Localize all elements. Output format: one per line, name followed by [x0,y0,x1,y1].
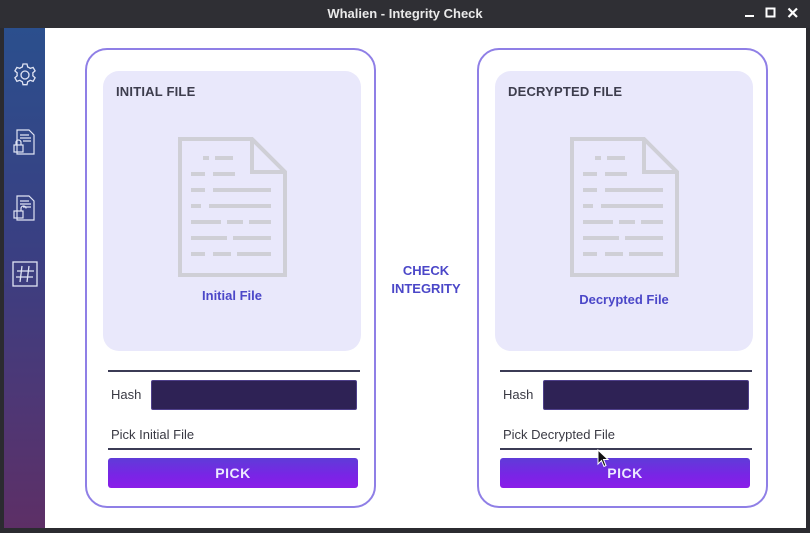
initial-file-header: INITIAL FILE [116,84,196,99]
hash-label: Hash [503,387,534,402]
check-integrity-button[interactable]: CHECK INTEGRITY [375,262,477,298]
initial-file-label: Initial File [202,288,262,303]
separator [108,448,360,450]
pick-initial-file-label: Pick Initial File [111,427,195,442]
hash-nav-button[interactable] [11,260,39,288]
window-title: Whalien - Integrity Check [327,6,483,21]
initial-file-card: INITIAL FILE Initial File Hash Pick Init… [85,48,376,508]
decrypt-nav-button[interactable] [11,194,39,222]
main-content: INITIAL FILE Initial File Hash Pick Init… [45,28,806,528]
encrypt-file-icon [13,129,35,155]
minimize-icon[interactable] [743,6,757,20]
check-integrity-line1: CHECK [402,263,450,278]
close-icon[interactable] [786,6,800,20]
settings-nav-button[interactable] [11,61,39,89]
separator [108,370,360,372]
hash-icon [12,261,38,287]
decrypted-file-card: DECRYPTED FILE Decrypted File Hash Pick … [477,48,768,508]
encrypt-nav-button[interactable] [11,128,39,156]
separator [500,370,752,372]
decrypted-file-dropzone[interactable]: DECRYPTED FILE Decrypted File [495,71,753,351]
pick-decrypted-button[interactable]: PICK [500,458,750,488]
hash-label: Hash [111,387,142,402]
decrypted-file-label: Decrypted File [579,292,669,307]
separator [500,448,752,450]
sidebar [4,28,45,528]
pick-initial-button[interactable]: PICK [108,458,358,488]
gear-icon [14,63,36,86]
initial-file-dropzone[interactable]: INITIAL FILE Initial File [103,71,361,351]
mouse-cursor-icon [597,449,610,468]
title-bar[interactable]: Whalien - Integrity Check [0,0,810,28]
decrypt-file-icon [13,195,35,221]
pick-decrypted-file-label: Pick Decrypted File [503,427,615,442]
maximize-icon[interactable] [764,6,778,20]
initial-hash-input[interactable] [151,380,357,410]
check-integrity-line2: INTEGRITY [391,281,461,296]
decrypted-hash-input[interactable] [543,380,749,410]
decrypted-file-header: DECRYPTED FILE [508,84,623,99]
document-icon [570,137,679,277]
document-icon [178,137,287,277]
app-window: Whalien - Integrity Check INITIAL FILE I… [0,0,810,533]
